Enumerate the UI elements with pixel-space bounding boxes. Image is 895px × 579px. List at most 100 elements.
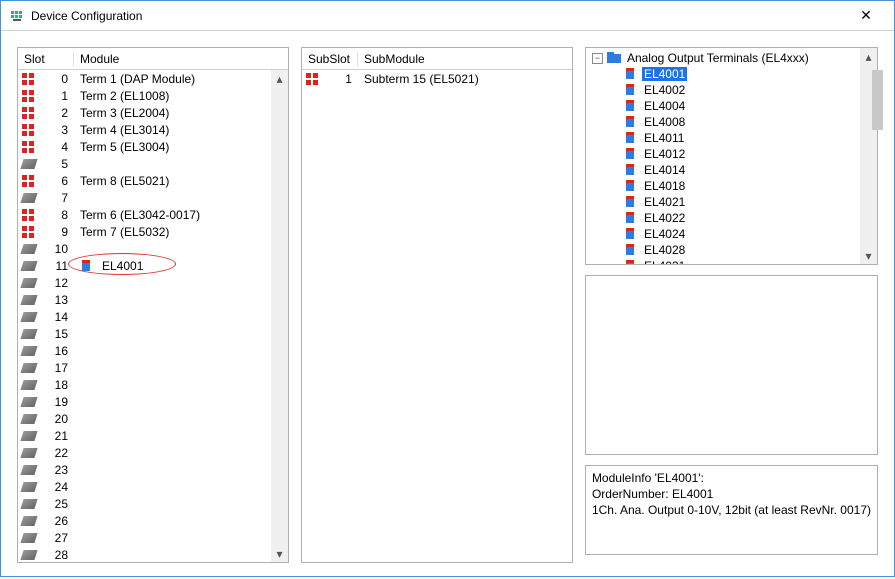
slot-row[interactable]: 22 (18, 444, 271, 461)
slot-number: 22 (55, 446, 68, 460)
tree-item[interactable]: EL4014 (588, 162, 875, 178)
tree-item[interactable]: EL4008 (588, 114, 875, 130)
slot-row[interactable]: 1Term 2 (EL1008) (18, 87, 271, 104)
tree-item[interactable]: EL4028 (588, 242, 875, 258)
slot-row[interactable]: 7 (18, 189, 271, 206)
close-button[interactable]: ✕ (846, 1, 886, 31)
module-red-icon (22, 73, 34, 85)
close-icon: ✕ (860, 7, 872, 24)
empty-slot-icon (20, 363, 37, 373)
slot-number: 27 (55, 531, 68, 545)
slot-row[interactable]: 16 (18, 342, 271, 359)
module-header[interactable]: Module (74, 52, 271, 66)
window-title: Device Configuration (31, 9, 846, 23)
empty-slot-icon (20, 482, 37, 492)
tree-item-label: EL4018 (642, 179, 687, 193)
subslot-header[interactable]: SubSlot (302, 52, 358, 66)
slot-number: 18 (55, 378, 68, 392)
slot-row[interactable]: 10 (18, 240, 271, 257)
tree-item[interactable]: EL4021 (588, 194, 875, 210)
subslot-table-header: SubSlot SubModule (302, 48, 572, 70)
slot-row[interactable]: 9 Term 7 (EL5032) (18, 223, 271, 240)
module-name: Term 7 (EL5032) (80, 225, 169, 239)
slot-row[interactable]: 25 (18, 495, 271, 512)
slot-number: 12 (55, 276, 68, 290)
slot-row[interactable]: 20 (18, 410, 271, 427)
slot-row[interactable]: 28 (18, 546, 271, 562)
empty-slot-icon (20, 499, 37, 509)
slot-number: 7 (61, 191, 68, 205)
subslot-row[interactable]: 1Subterm 15 (EL5021) (302, 70, 572, 87)
tree-item[interactable]: EL4004 (588, 98, 875, 114)
tree-item[interactable]: EL4012 (588, 146, 875, 162)
tree-item[interactable]: EL4024 (588, 226, 875, 242)
empty-slot-icon (20, 329, 37, 339)
slot-row[interactable]: 27 (18, 529, 271, 546)
slot-number: 9 (61, 225, 68, 239)
tree-item[interactable]: EL4022 (588, 210, 875, 226)
scroll-up-icon[interactable]: ▴ (860, 48, 877, 65)
tree-item[interactable]: EL4031 (588, 258, 875, 264)
empty-slot-icon (20, 414, 37, 424)
slot-number: 13 (55, 293, 68, 307)
slot-row[interactable]: 23 (18, 461, 271, 478)
slot-row[interactable]: 13 (18, 291, 271, 308)
tree-item[interactable]: EL4002 (588, 82, 875, 98)
scroll-down-icon[interactable]: ▾ (860, 247, 877, 264)
slot-row[interactable]: 19 (18, 393, 271, 410)
tree-item-label: EL4012 (642, 147, 687, 161)
tree-item-label: EL4024 (642, 227, 687, 241)
tree-collapse-icon[interactable]: − (592, 53, 603, 64)
empty-slot-icon (20, 159, 37, 169)
slot-header[interactable]: Slot (18, 52, 74, 66)
tree-item[interactable]: EL4001 (588, 66, 875, 82)
submodule-header[interactable]: SubModule (358, 52, 572, 66)
slot-row[interactable]: 0Term 1 (DAP Module) (18, 70, 271, 87)
slot-row[interactable]: 11EL4001 (18, 257, 271, 274)
empty-slot-icon (20, 261, 37, 271)
slot-row[interactable]: 24 (18, 478, 271, 495)
scroll-down-icon[interactable]: ▾ (271, 545, 288, 562)
slot-row[interactable]: 8Term 6 (EL3042-0017) (18, 206, 271, 223)
slot-row[interactable]: 18 (18, 376, 271, 393)
slot-row[interactable]: 12 (18, 274, 271, 291)
slot-row[interactable]: 26 (18, 512, 271, 529)
device-configuration-window: Device Configuration ✕ Slot Module 0Term… (0, 0, 895, 577)
empty-slot-icon (20, 550, 37, 560)
terminal-icon (624, 68, 638, 80)
slot-row[interactable]: 4Term 5 (EL3004) (18, 138, 271, 155)
tree-item-label: EL4021 (642, 195, 687, 209)
content-area: Slot Module 0Term 1 (DAP Module)1Term 2 … (1, 31, 894, 579)
module-name: Term 3 (EL2004) (80, 106, 169, 120)
module-info-line: ModuleInfo 'EL4001': (592, 470, 871, 486)
module-info-line: OrderNumber: EL4001 (592, 486, 871, 502)
tree-root[interactable]: −Analog Output Terminals (EL4xxx) (588, 50, 875, 66)
empty-slot-icon (20, 533, 37, 543)
terminal-icon (624, 148, 638, 160)
terminal-icon (624, 228, 638, 240)
slot-row[interactable]: 6Term 8 (EL5021) (18, 172, 271, 189)
tree-item-label: EL4002 (642, 83, 687, 97)
empty-slot-icon (20, 465, 37, 475)
tree-scrollbar[interactable]: ▴ ▾ (860, 48, 877, 264)
slot-row[interactable]: 15 (18, 325, 271, 342)
slot-row[interactable]: 21 (18, 427, 271, 444)
scroll-thumb[interactable] (872, 70, 883, 130)
slot-row[interactable]: 17 (18, 359, 271, 376)
app-icon (9, 8, 25, 24)
empty-slot-icon (20, 244, 37, 254)
tree-item[interactable]: EL4011 (588, 130, 875, 146)
module-red-icon (22, 124, 34, 136)
slot-row[interactable]: 2Term 3 (EL2004) (18, 104, 271, 121)
scroll-up-icon[interactable]: ▴ (271, 70, 288, 87)
slot-number: 4 (61, 140, 68, 154)
tree-item[interactable]: EL4018 (588, 178, 875, 194)
slot-row[interactable]: 14 (18, 308, 271, 325)
slot-row[interactable]: 3Term 4 (EL3014) (18, 121, 271, 138)
slot-scrollbar[interactable]: ▴ ▾ (271, 70, 288, 562)
empty-slot-icon (20, 448, 37, 458)
tree-item-label: EL4008 (642, 115, 687, 129)
slot-number: 0 (61, 72, 68, 86)
slot-number: 25 (55, 497, 68, 511)
slot-row[interactable]: 5 (18, 155, 271, 172)
